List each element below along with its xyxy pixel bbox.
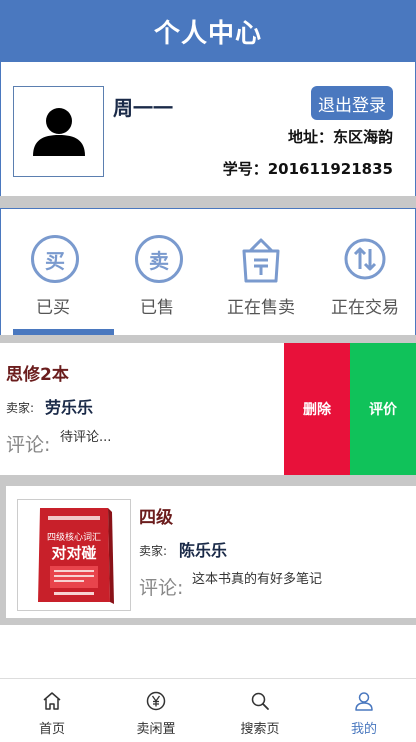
page-header: 个人中心 <box>0 0 416 62</box>
student-id: 学号：201611921835 <box>222 160 393 178</box>
nav-home[interactable]: 首页 <box>0 679 104 742</box>
order-title: 四级 <box>139 508 173 528</box>
yen-icon <box>146 691 166 711</box>
section-divider <box>0 196 416 208</box>
profile-card: 周一一 退出登录 地址：东区海韵 学号：201611921835 <box>0 62 416 197</box>
nav-search-label: 搜索页 <box>240 722 280 737</box>
exchange-icon <box>344 238 386 280</box>
nav-search[interactable]: 搜索页 <box>208 679 312 742</box>
nav-mine[interactable]: 我的 <box>312 679 416 742</box>
comment-text: 这本书真的有好多笔记 <box>192 572 323 587</box>
tab-trading[interactable]: 正在交易 <box>313 209 416 336</box>
user-name: 周一一 <box>113 96 173 120</box>
tab-bought[interactable]: 买 已买 <box>1 209 105 336</box>
tab-sold-label: 已售 <box>140 298 174 318</box>
comment-text: 待评论... <box>60 430 112 445</box>
order-title: 思修2本 <box>6 365 69 385</box>
avatar <box>13 86 104 177</box>
comment-label: 评论: <box>6 434 51 456</box>
sold-icon: 卖 <box>135 235 183 283</box>
seller-name: 陈乐乐 <box>179 541 228 560</box>
book-cover-image: 四级核心词汇 对对碰 <box>17 499 131 611</box>
bottom-nav: 首页 卖闲置 搜索页 我的 <box>0 678 416 742</box>
section-divider <box>0 335 416 343</box>
seller-name: 劳乐乐 <box>45 398 94 417</box>
search-icon <box>251 692 269 710</box>
nav-mine-label: 我的 <box>350 722 377 737</box>
delete-button[interactable]: 删除 <box>284 343 350 475</box>
shopping-bag-icon <box>242 238 280 283</box>
rate-button[interactable]: 评价 <box>350 343 416 475</box>
order-tabs: 买 已买 卖 已售 正在售卖 正在交易 <box>0 208 416 337</box>
cover-title: 对对碰 <box>51 544 96 562</box>
comment-label: 评论: <box>139 577 184 599</box>
tab-bought-label: 已买 <box>36 298 70 318</box>
nav-sell[interactable]: 卖闲置 <box>104 679 208 742</box>
bought-icon: 买 <box>31 235 79 283</box>
home-icon <box>43 692 61 710</box>
user-address: 地址：东区海韵 <box>287 128 393 146</box>
tab-sold[interactable]: 卖 已售 <box>105 209 209 336</box>
seller-label: 卖家: <box>139 544 168 558</box>
order-card[interactable]: 四级核心词汇 对对碰 四级 卖家: 陈乐乐 评论: 这本书真的有好多笔记 <box>6 486 416 618</box>
tab-on-sale-label: 正在售卖 <box>227 298 295 318</box>
order-card[interactable]: 思修2本 卖家: 劳乐乐 评论: 待评论... 删除 评价 <box>0 343 416 475</box>
tab-trading-label: 正在交易 <box>331 298 399 318</box>
nav-home-label: 首页 <box>38 722 65 737</box>
logout-button[interactable]: 退出登录 <box>311 86 393 120</box>
cover-subtitle: 四级核心词汇 <box>47 531 101 543</box>
page-title: 个人中心 <box>153 18 262 49</box>
user-icon <box>355 692 373 711</box>
tab-on-sale[interactable]: 正在售卖 <box>209 209 313 336</box>
nav-sell-label: 卖闲置 <box>136 722 176 737</box>
seller-label: 卖家: <box>6 401 35 415</box>
user-avatar-icon <box>32 107 85 156</box>
